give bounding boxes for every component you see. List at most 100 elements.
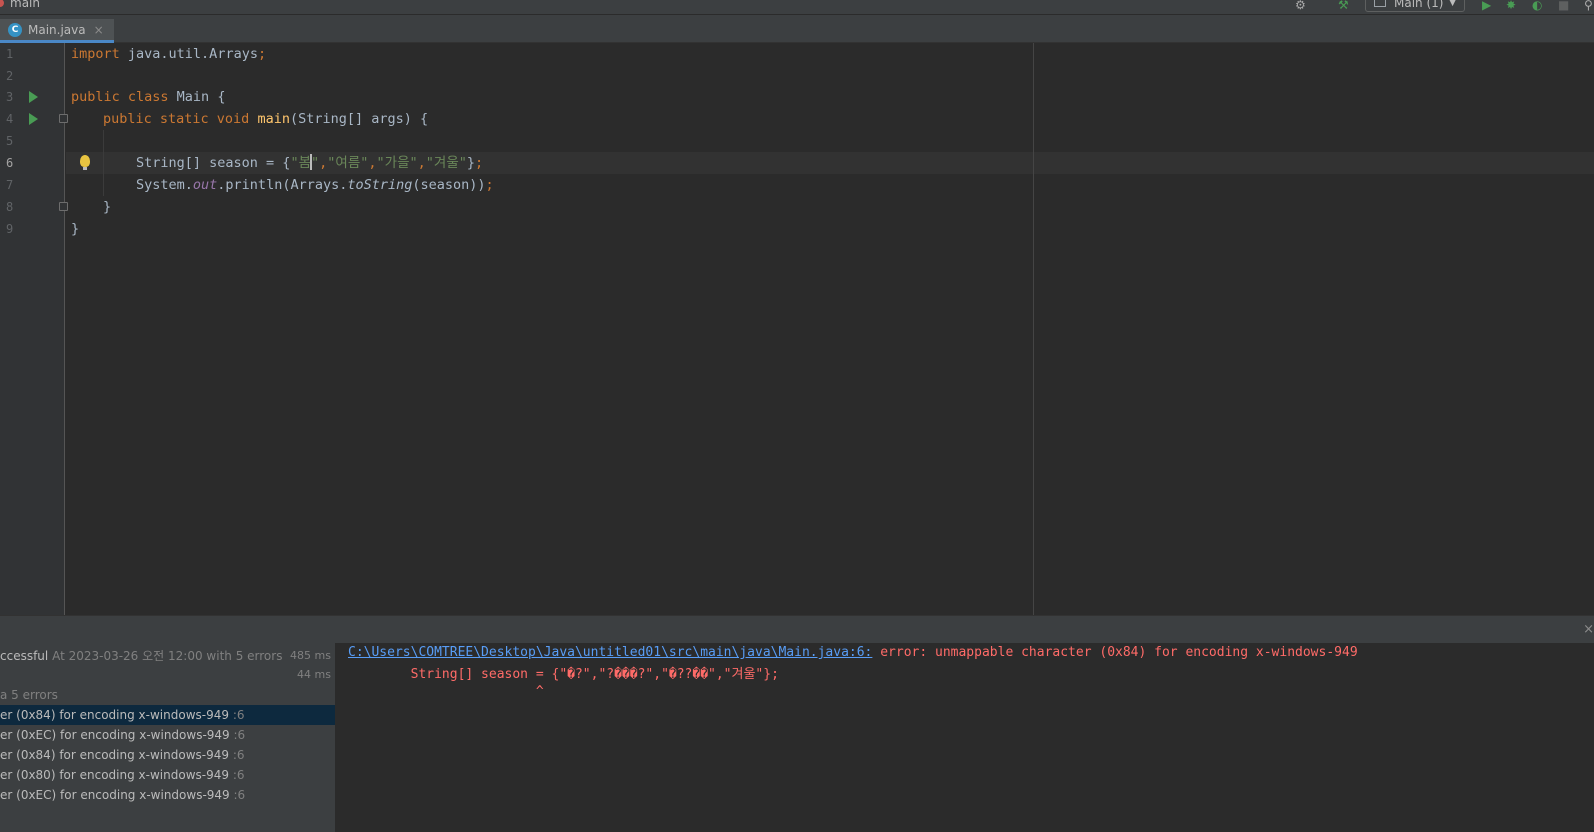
line-number: 1 — [6, 47, 14, 61]
build-status-text: ccessful — [0, 649, 49, 663]
error-line: :6 — [229, 728, 246, 742]
code-text: } — [103, 199, 112, 215]
code-text: System. — [136, 177, 193, 193]
search-icon[interactable]: ⚲ — [1584, 0, 1593, 12]
module-duration: 44 ms — [297, 668, 331, 681]
build-duration: 485 ms — [290, 649, 331, 662]
error-line: :6 — [229, 768, 245, 782]
console-marker-line: ^ — [348, 684, 544, 699]
code-text: Main { — [168, 89, 226, 105]
tree-row-error[interactable]: er (0x84) for encoding x-windows-949 :6 — [0, 745, 335, 765]
line-number: 9 — [6, 222, 14, 236]
build-hammer-icon[interactable]: ⚒ — [1338, 0, 1349, 12]
line-number: 7 — [6, 178, 14, 192]
build-panel-header: × — [0, 615, 1594, 643]
code-line: 7 System.out.println(Arrays.toString(sea… — [0, 174, 1594, 196]
string-literal: "봄 — [290, 155, 311, 171]
line-number: 3 — [6, 90, 14, 104]
code-line: 5 — [0, 130, 1594, 152]
tree-row-error[interactable]: er (0xEC) for encoding x-windows-949 :6 — [0, 785, 335, 805]
method-name: main — [257, 111, 290, 127]
build-output-tree[interactable]: ccessful At 2023-03-26 오전 12:00 with 5 e… — [0, 643, 336, 832]
code-text: } — [71, 221, 80, 237]
tree-row-build-status[interactable]: ccessful At 2023-03-26 오전 12:00 with 5 e… — [0, 646, 335, 666]
close-panel-icon[interactable]: × — [1583, 622, 1594, 637]
code-text: (season)) — [412, 177, 486, 193]
line-number: 8 — [6, 200, 14, 214]
run-gutter-icon[interactable] — [29, 113, 38, 125]
build-console-output[interactable]: C:\Users\COMTREE\Desktop\Java\untitled01… — [337, 643, 1594, 832]
close-icon[interactable]: × — [94, 23, 104, 37]
user-icon[interactable]: ⚙ — [1295, 0, 1306, 12]
run-gutter-icon[interactable] — [29, 91, 38, 103]
error-text: er (0xEC) for encoding x-windows-949 — [0, 728, 230, 742]
run-icon[interactable]: ▶ — [1482, 0, 1491, 12]
stop-icon[interactable]: ■ — [1558, 0, 1569, 12]
branch-indicator[interactable]: main — [0, 0, 40, 10]
keyword: public static void — [103, 111, 250, 127]
error-line: :6 — [229, 748, 245, 762]
string-literal: " — [311, 155, 320, 171]
line-number: 6 — [6, 156, 14, 170]
fold-icon[interactable] — [59, 114, 68, 123]
lightbulb-icon[interactable] — [80, 155, 90, 170]
semicolon: ; — [485, 177, 494, 193]
string-literal: "가을" — [376, 155, 418, 171]
coverage-icon[interactable]: ◐ — [1532, 0, 1542, 12]
static-method: toString — [347, 177, 413, 193]
debug-icon[interactable]: ✸ — [1506, 0, 1516, 12]
error-line: :6 — [229, 708, 245, 722]
code-text: } — [466, 155, 476, 171]
string-literal: "여름" — [327, 155, 369, 171]
error-text: er (0x84) for encoding x-windows-949 — [0, 748, 229, 762]
code-line: 3 public class Main { — [0, 86, 1594, 108]
code-line: 8 } — [0, 196, 1594, 218]
tree-row-error[interactable]: er (0xEC) for encoding x-windows-949 :6 — [0, 725, 335, 745]
code-text: String[] season = { — [136, 155, 291, 171]
application-icon — [1374, 0, 1386, 7]
string-literal: "겨울" — [425, 155, 467, 171]
branch-label: main — [10, 0, 40, 10]
tree-row-errors-group[interactable]: a 5 errors — [0, 685, 335, 705]
line-number: 2 — [6, 69, 14, 83]
line-number: 4 — [6, 112, 14, 126]
code-line: 9 } — [0, 218, 1594, 240]
static-field: out — [192, 177, 218, 193]
error-text: er (0xEC) for encoding x-windows-949 — [0, 788, 230, 802]
error-line: :6 — [229, 788, 246, 802]
code-line: 2 — [0, 65, 1594, 87]
tab-label: Main.java — [28, 22, 86, 37]
file-link[interactable]: C:\Users\COMTREE\Desktop\Java\untitled01… — [348, 645, 872, 660]
errors-group-label: a 5 errors — [0, 688, 58, 702]
code-text: java.util.Arrays — [119, 46, 258, 62]
tab-main-java[interactable]: C Main.java × — [0, 19, 114, 43]
console-error-line: C:\Users\COMTREE\Desktop\Java\untitled01… — [348, 642, 1358, 664]
semicolon: ; — [475, 155, 484, 171]
comma: , — [368, 155, 377, 171]
code-text: .println(Arrays. — [217, 177, 348, 193]
tree-row-error[interactable]: er (0x84) for encoding x-windows-949 :6 — [0, 705, 335, 725]
java-class-icon: C — [8, 22, 22, 37]
code-text: (String[] args) { — [289, 111, 429, 127]
build-status-detail: At 2023-03-26 오전 12:00 with 5 errors — [48, 649, 283, 663]
fold-icon[interactable] — [59, 202, 68, 211]
run-configuration-label: Main (1) — [1394, 0, 1444, 10]
error-message: error: unmappable character (0x84) for e… — [872, 645, 1358, 660]
code-line: 4 public static void main(String[] args)… — [0, 108, 1594, 130]
tree-row-error[interactable]: er (0x80) for encoding x-windows-949 :6 — [0, 765, 335, 785]
line-number: 5 — [6, 134, 14, 148]
comma: , — [417, 155, 426, 171]
error-text: er (0x80) for encoding x-windows-949 — [0, 768, 229, 782]
editor-tabs: C Main.java × — [0, 15, 1594, 43]
keyword: import — [71, 46, 120, 62]
semicolon: ; — [257, 46, 267, 62]
top-toolbar: main ⚙ ⚒ Main (1) ▼ ▶ ✸ ◐ ■ ⚲ — [0, 0, 1594, 15]
error-text: er (0x84) for encoding x-windows-949 — [0, 708, 229, 722]
tree-row-module[interactable]: 44 ms — [0, 665, 335, 685]
code-editor[interactable]: 1 import java.util.Arrays; 2 3 public cl… — [0, 43, 1594, 615]
chevron-down-icon: ▼ — [1449, 0, 1456, 8]
code-line: 1 import java.util.Arrays; — [0, 43, 1594, 65]
run-configuration-select[interactable]: Main (1) ▼ — [1365, 0, 1465, 12]
code-line-current: 6 String[] season = {"봄","여름","가을","겨울"}… — [0, 152, 1594, 174]
branch-icon — [0, 0, 4, 7]
